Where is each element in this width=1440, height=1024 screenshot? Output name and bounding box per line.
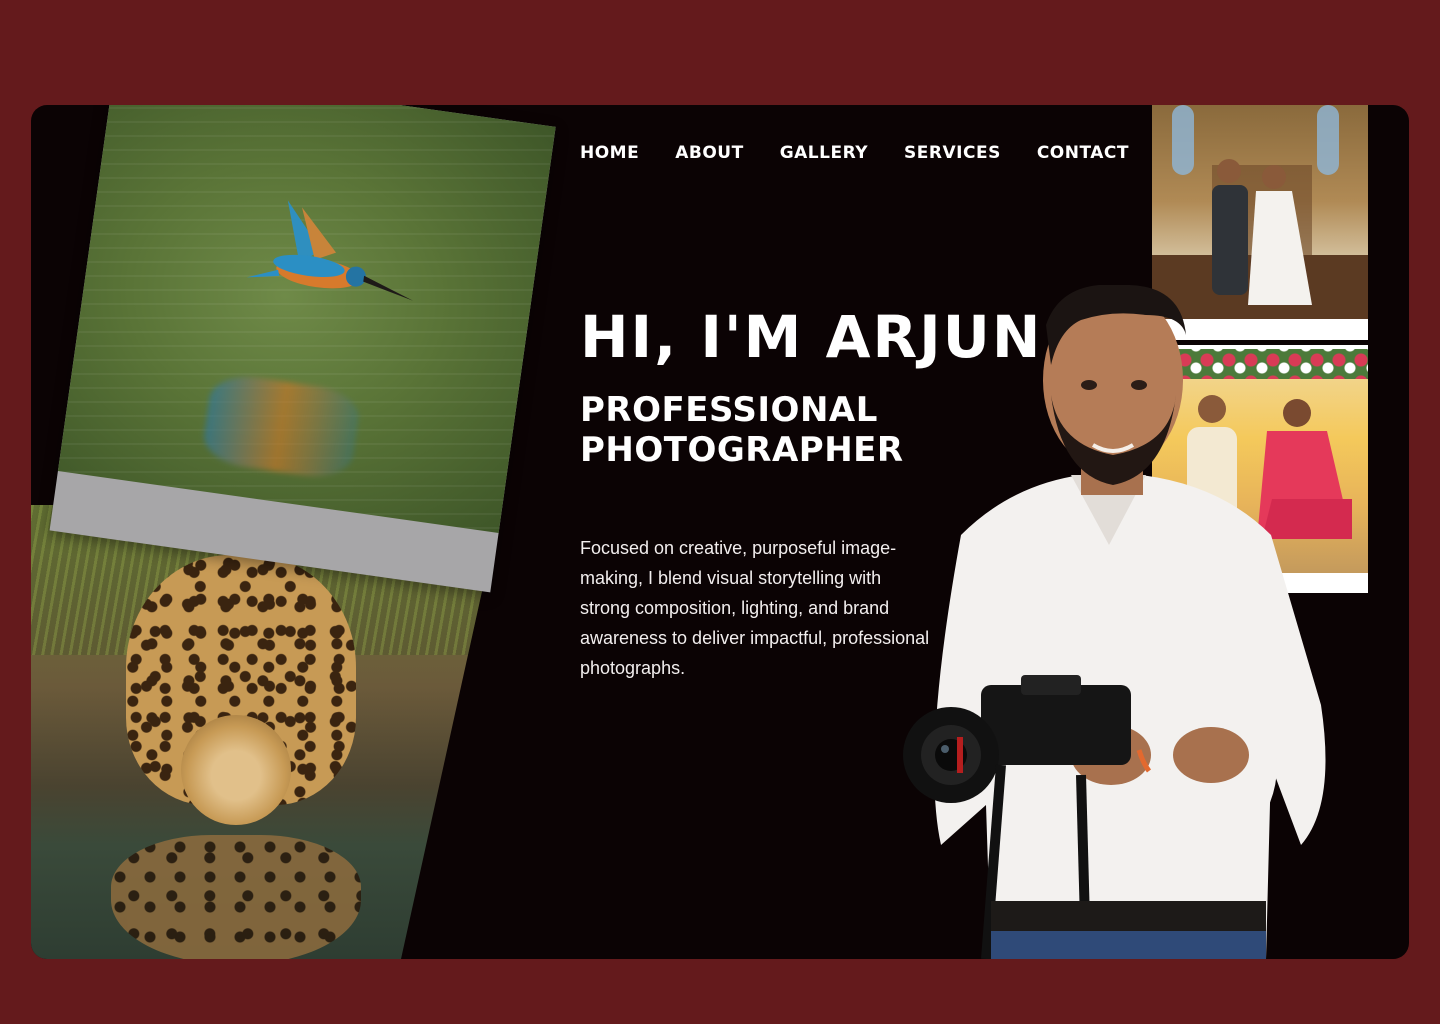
hero-card: HOME ABOUT GALLERY SERVICES CONTACT HI, …: [31, 105, 1409, 959]
nav-gallery[interactable]: GALLERY: [780, 143, 868, 163]
nav-services[interactable]: SERVICES: [904, 143, 1001, 163]
nav-home[interactable]: HOME: [580, 143, 639, 163]
main-nav: HOME ABOUT GALLERY SERVICES CONTACT: [580, 143, 1129, 163]
kingfisher-photo: [49, 105, 556, 593]
nav-contact[interactable]: CONTACT: [1037, 143, 1129, 163]
hero-description: Focused on creative, purposeful image-ma…: [580, 538, 930, 678]
photographer-portrait: [903, 285, 1326, 959]
hero-subtitle-line1: PROFESSIONAL: [580, 390, 878, 430]
hero-subtitle-line2: PHOTOGRAPHER: [580, 430, 904, 470]
nav-about[interactable]: ABOUT: [675, 143, 743, 163]
